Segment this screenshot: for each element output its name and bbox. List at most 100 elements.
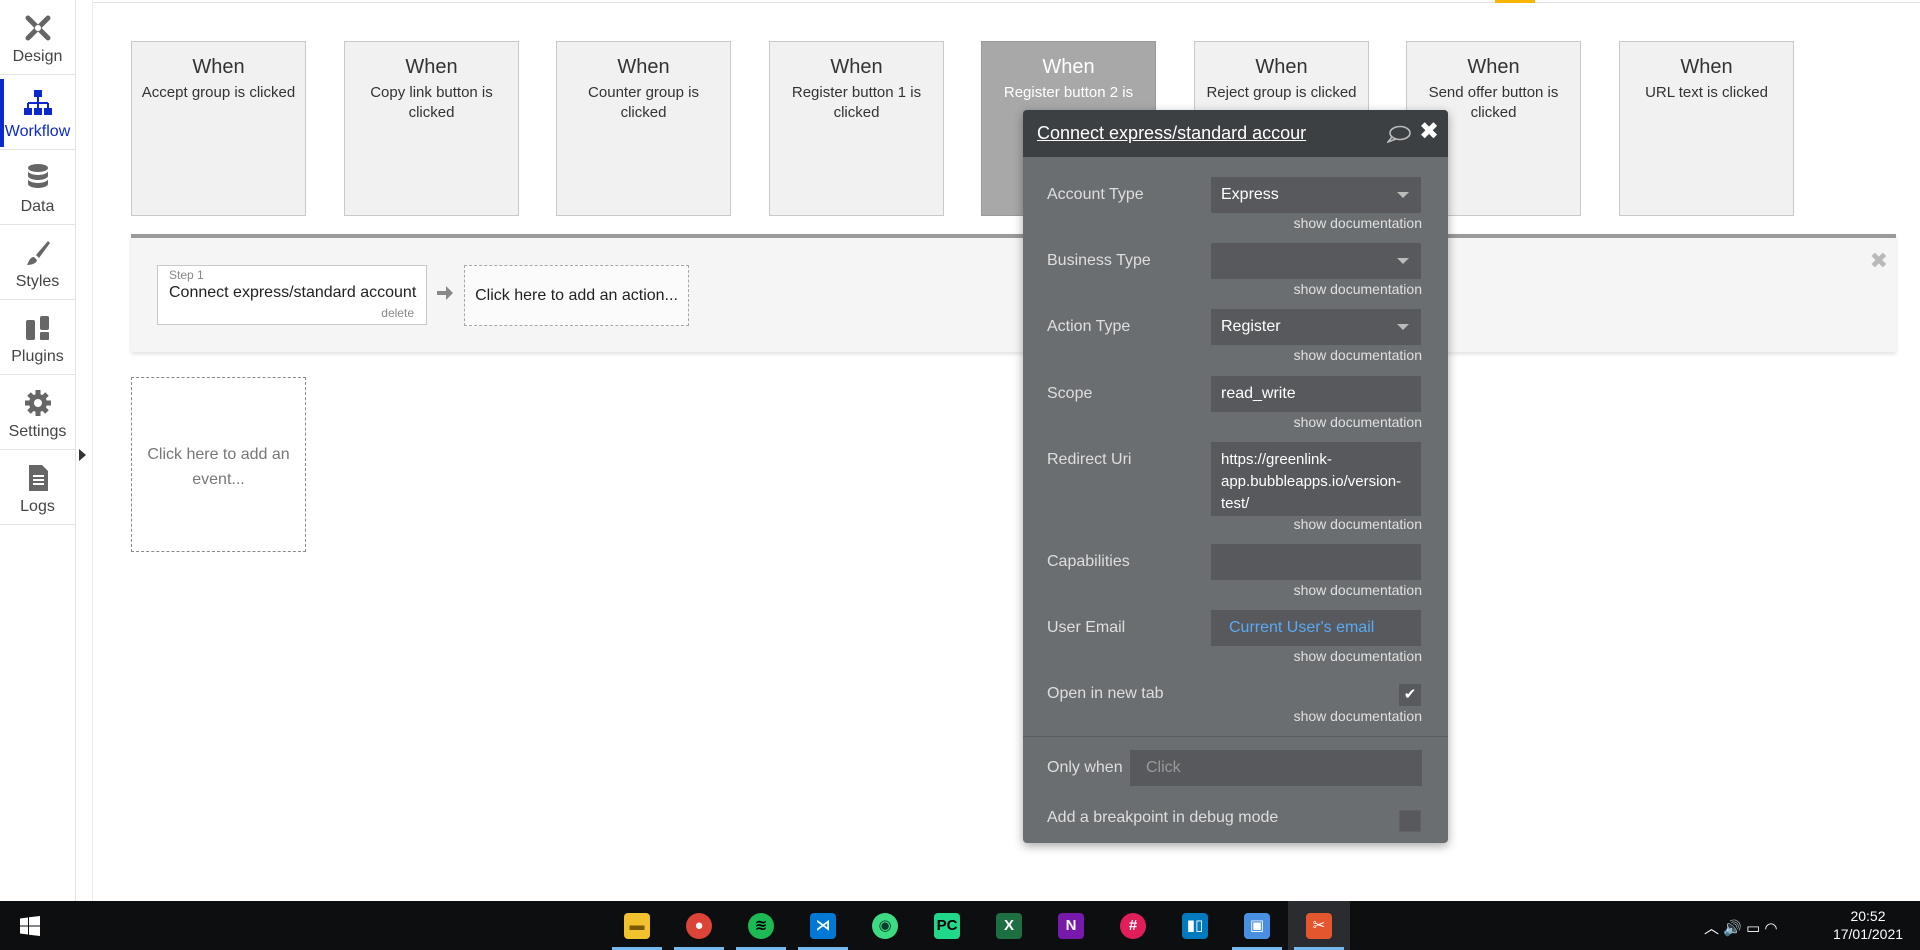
field-label: Scope <box>1047 385 1093 402</box>
show-documentation-link[interactable]: show documentation <box>1294 215 1422 231</box>
only-when-label: Only when <box>1047 759 1123 776</box>
capabilities-input[interactable] <box>1211 544 1421 580</box>
account-type-dropdown[interactable]: Express <box>1211 177 1421 213</box>
show-documentation-link[interactable]: show documentation <box>1294 708 1422 724</box>
sidebar-label: Data <box>20 198 55 215</box>
taskbar-chrome[interactable]: ● <box>668 901 730 950</box>
event-card[interactable]: When Copy link button is clicked <box>344 41 519 216</box>
show-documentation-link[interactable]: show documentation <box>1294 414 1422 430</box>
event-card[interactable]: When Register button 1 is clicked <box>769 41 944 216</box>
sidebar-item-logs[interactable]: Logs <box>0 450 75 525</box>
sidebar: Design Workflow Data Styles Plugins Sett… <box>0 0 76 901</box>
add-action-button[interactable]: Click here to add an action... <box>464 265 689 326</box>
field-label: User Email <box>1047 619 1126 636</box>
event-desc: Register button 1 is clicked <box>791 84 922 121</box>
event-card[interactable]: When URL text is clicked <box>1619 41 1794 216</box>
sidebar-item-plugins[interactable]: Plugins <box>0 300 75 375</box>
comment-icon[interactable] <box>1387 125 1411 143</box>
sidebar-item-data[interactable]: Data <box>0 150 75 225</box>
sidebar-item-settings[interactable]: Settings <box>0 375 75 450</box>
event-when: When <box>405 56 458 78</box>
event-when: When <box>1467 56 1520 78</box>
file-explorer-icon: ▬ <box>624 913 650 939</box>
remote-desktop-icon: ▣ <box>1244 913 1270 939</box>
event-desc: URL text is clicked <box>1645 84 1768 101</box>
step-delete-link[interactable]: delete <box>381 306 414 320</box>
show-documentation-link[interactable]: show documentation <box>1294 582 1422 598</box>
field-label: Business Type <box>1047 252 1151 269</box>
step-name: Connect express/standard account <box>169 284 417 301</box>
scroll-indicator <box>1495 0 1535 3</box>
event-desc: Copy link button is clicked <box>370 84 493 121</box>
breakpoint-label: Add a breakpoint in debug mode <box>1047 809 1279 826</box>
taskbar-spotify[interactable]: ≋ <box>730 901 792 950</box>
taskbar-pycharm[interactable]: PC <box>916 901 978 950</box>
scope-input[interactable]: read_write <box>1211 376 1421 412</box>
windows-taskbar: ▬ ● ≋ ⋊ ◉ PC X N # ▮▯ ▣ ✂ ︿ 🔊 ▭ ◠ 20:52 … <box>0 901 1920 950</box>
sidebar-label: Workflow <box>4 123 71 140</box>
dropdown-value: Register <box>1221 318 1281 335</box>
event-when: When <box>617 56 670 78</box>
show-documentation-link[interactable]: show documentation <box>1294 347 1422 363</box>
action-property-editor: Connect express/standard accour ✖ Accoun… <box>1023 110 1448 843</box>
breakpoint-checkbox[interactable] <box>1399 810 1421 832</box>
show-documentation-link[interactable]: show documentation <box>1294 516 1422 532</box>
business-type-dropdown[interactable] <box>1211 243 1421 279</box>
arrow-right-icon <box>437 286 453 300</box>
taskbar-remote-desktop[interactable]: ▣ <box>1226 901 1288 950</box>
field-label: Redirect Uri <box>1047 451 1132 468</box>
gear-icon <box>24 390 51 416</box>
event-desc: Accept group is clicked <box>141 84 296 101</box>
event-card[interactable]: When Accept group is clicked <box>131 41 306 216</box>
sidebar-item-styles[interactable]: Styles <box>0 225 75 300</box>
field-label: Action Type <box>1047 318 1131 335</box>
close-icon[interactable]: ✖ <box>1419 119 1439 145</box>
database-icon <box>27 164 48 188</box>
sidebar-item-design[interactable]: Design <box>0 0 75 75</box>
taskbar-bubble[interactable]: ✂ <box>1288 901 1350 950</box>
clock-time: 20:52 <box>1850 908 1886 924</box>
event-desc: Register button 2 is <box>1003 84 1134 101</box>
sidebar-label: Settings <box>8 423 67 440</box>
system-tray-icons[interactable]: ︿ 🔊 ▭ ◠ <box>1704 917 1777 938</box>
bubble-editor: Design Workflow Data Styles Plugins Sett… <box>0 0 1920 901</box>
taskbar-vscode[interactable]: ⋊ <box>792 901 854 950</box>
user-email-input[interactable]: Current User's email <box>1211 610 1421 646</box>
event-when: When <box>1042 56 1095 78</box>
sidebar-label: Logs <box>20 498 55 515</box>
chevron-down-icon <box>1397 192 1409 198</box>
taskbar-slack[interactable]: # <box>1102 901 1164 950</box>
taskbar-clock[interactable]: 20:52 17/01/2021 <box>1826 907 1910 943</box>
show-documentation-link[interactable]: show documentation <box>1294 648 1422 664</box>
taskbar-trello[interactable]: ▮▯ <box>1164 901 1226 950</box>
taskbar-file-explorer[interactable]: ▬ <box>606 901 668 950</box>
taskbar-onenote[interactable]: N <box>1040 901 1102 950</box>
sidebar-item-workflow[interactable]: Workflow <box>0 75 75 150</box>
windows-start-icon[interactable] <box>20 916 40 936</box>
divider <box>1023 736 1448 737</box>
event-when: When <box>1255 56 1308 78</box>
gutter <box>76 0 93 901</box>
chevron-down-icon <box>1397 324 1409 330</box>
check-icon: ✔ <box>1403 686 1417 703</box>
bubble-icon: ✂ <box>1306 913 1332 939</box>
excel-icon: X <box>996 913 1022 939</box>
only-when-input[interactable]: Click <box>1130 750 1422 786</box>
spotify-icon: ≋ <box>748 913 774 939</box>
taskbar-maps[interactable]: ◉ <box>854 901 916 950</box>
plug-icon <box>25 316 49 340</box>
design-icon <box>25 15 50 41</box>
add-event-button[interactable]: Click here to add an event... <box>131 377 306 552</box>
step-card[interactable]: Step 1 Connect express/standard account … <box>157 265 427 325</box>
clock-date: 17/01/2021 <box>1832 926 1904 942</box>
show-documentation-link[interactable]: show documentation <box>1294 281 1422 297</box>
redirect-uri-input[interactable]: https://greenlink-app.bubbleapps.io/vers… <box>1211 442 1421 516</box>
maps-icon: ◉ <box>872 913 898 939</box>
close-icon[interactable]: ✖ <box>1870 248 1888 274</box>
dropdown-value: Express <box>1221 186 1279 203</box>
action-type-dropdown[interactable]: Register <box>1211 309 1421 345</box>
taskbar-excel[interactable]: X <box>978 901 1040 950</box>
open-new-tab-checkbox[interactable]: ✔ <box>1399 684 1421 706</box>
event-card[interactable]: When Counter group is clicked <box>556 41 731 216</box>
panel-title[interactable]: Connect express/standard accour <box>1037 123 1310 144</box>
